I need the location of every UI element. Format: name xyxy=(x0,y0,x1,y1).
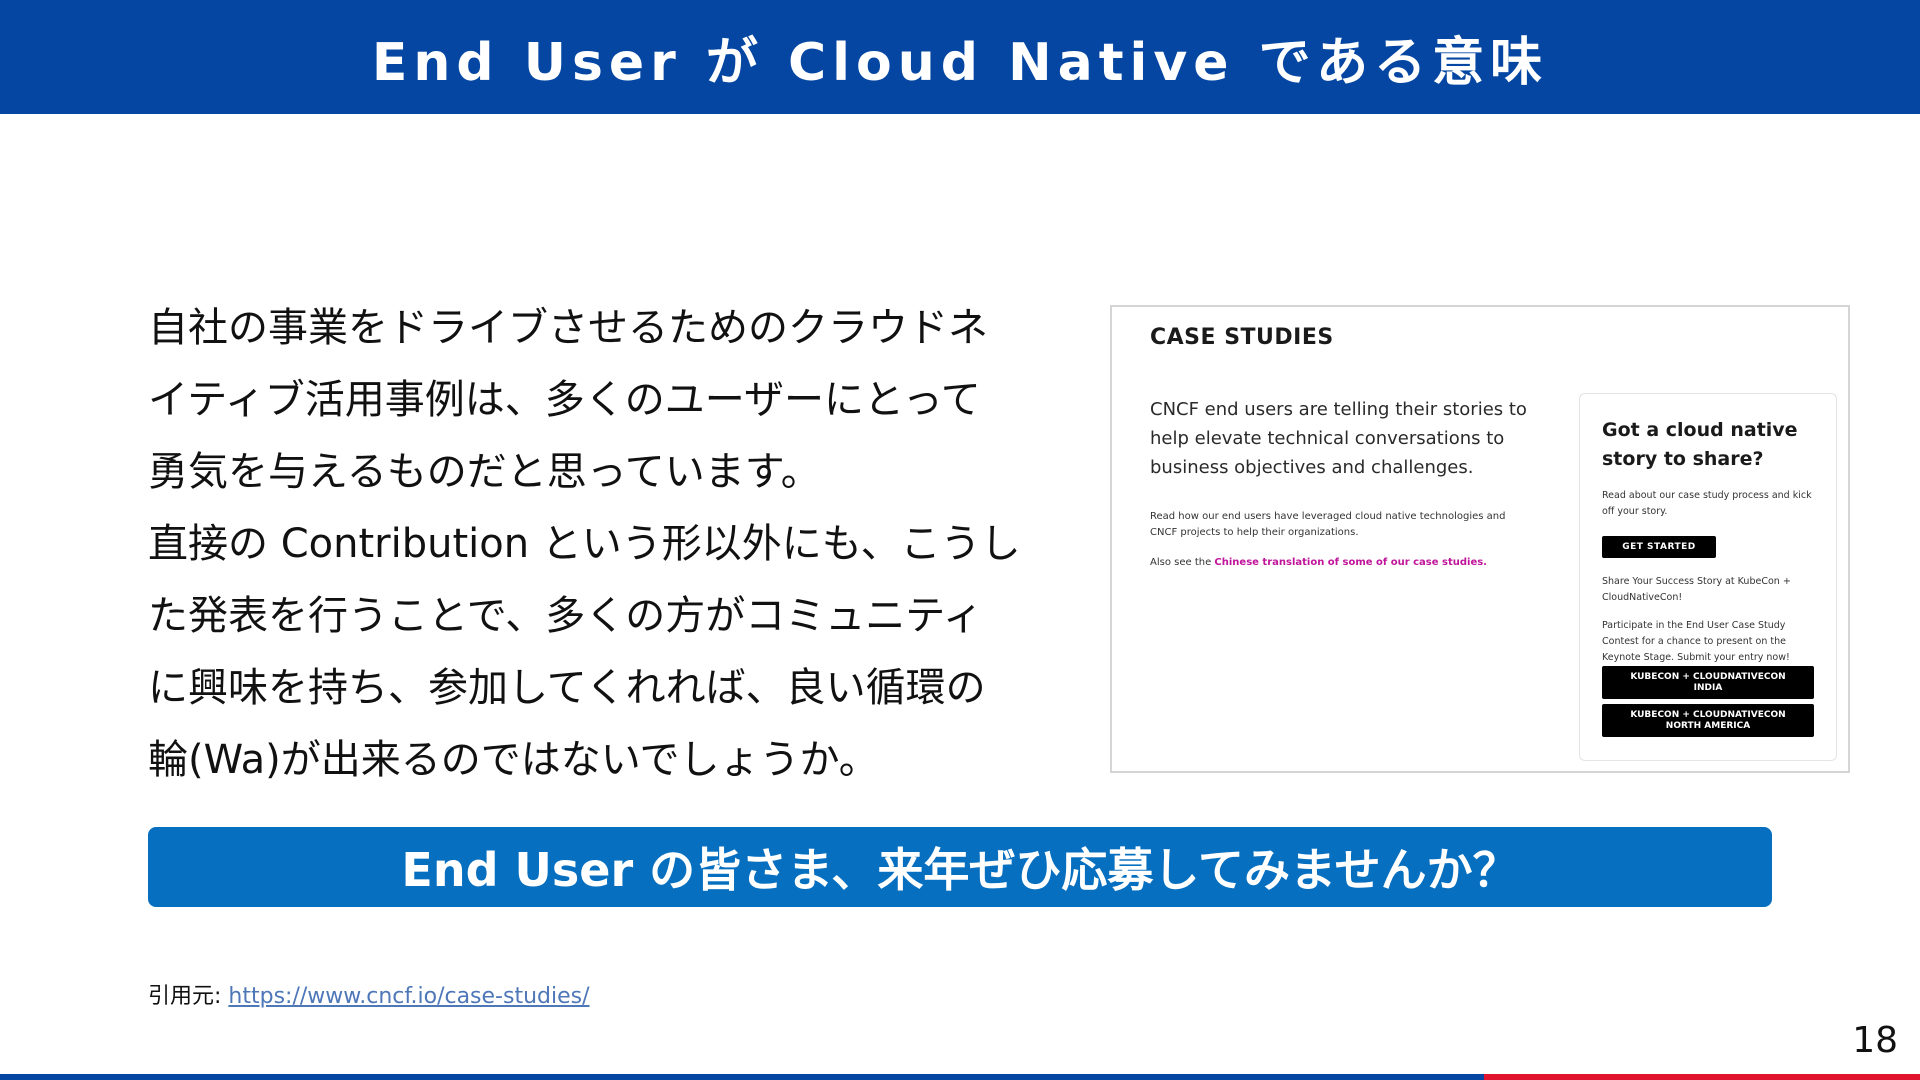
body-line: に興味を持ち、参加してくれれば、良い循環の xyxy=(148,665,986,711)
card-participate-text: Participate in the End User Case Study C… xyxy=(1602,620,1790,663)
slide-title: End User が Cloud Native である意味 xyxy=(371,32,1549,93)
call-to-action-banner: End User の皆さま、来年ぜひ応募してみませんか？ xyxy=(148,827,1772,907)
body-line: 勇気を与えるものだと思っています。 xyxy=(148,449,821,495)
citation-link[interactable]: https://www.cncf.io/case-studies/ xyxy=(228,984,589,1009)
body-line: イティブ活用事例は、多くのユーザーにとって xyxy=(148,377,981,423)
case-studies-intro: CNCF end users are telling their stories… xyxy=(1150,399,1527,478)
story-share-card: Got a cloud native story to share? Read … xyxy=(1579,393,1837,761)
case-studies-screenshot: CASE STUDIES CNCF end users are telling … xyxy=(1110,305,1850,773)
call-to-action-text: End User の皆さま、来年ぜひ応募してみませんか？ xyxy=(401,843,1519,897)
body-line: 直接の Contribution という形以外にも、こうし xyxy=(148,521,1021,567)
kubecon-india-label: KUBECON + CLOUDNATIVECON INDIA xyxy=(1630,671,1786,693)
citation: 引用元: https://www.cncf.io/case-studies/ xyxy=(148,978,590,1010)
kubecon-india-button[interactable]: KUBECON + CLOUDNATIVECON INDIA xyxy=(1602,666,1814,699)
body-line: 輪(Wa)が出来るのではないでしょうか。 xyxy=(148,737,879,783)
card-description: Read about our case study process and ki… xyxy=(1602,490,1812,517)
case-studies-also-see: Also see the Chinese translation of some… xyxy=(1150,557,1487,568)
get-started-button[interactable]: GET STARTED xyxy=(1602,536,1716,558)
card-title: Got a cloud native story to share? xyxy=(1602,419,1798,470)
also-see-prefix: Also see the xyxy=(1150,557,1215,568)
citation-label: 引用元: xyxy=(148,984,229,1009)
body-text: 自社の事業をドライブさせるためのクラウドネ イティブ活用事例は、多くのユーザーに… xyxy=(148,292,1028,796)
page-number: 18 xyxy=(1852,1020,1898,1061)
slide: End User が Cloud Native である意味 自社の事業をドライブ… xyxy=(0,0,1920,1080)
body-line: た発表を行うことで、多くの方がコミュニティ xyxy=(148,593,983,639)
card-share-text: Share Your Success Story at KubeCon + Cl… xyxy=(1602,576,1791,603)
kubecon-north-america-label: KUBECON + CLOUDNATIVECON NORTH AMERICA xyxy=(1630,709,1786,731)
chinese-translation-link[interactable]: Chinese translation of some of our case … xyxy=(1214,557,1487,568)
body-line: 自社の事業をドライブさせるためのクラウドネ xyxy=(148,305,988,351)
bottom-accent-red xyxy=(1484,1074,1920,1080)
bottom-accent-blue xyxy=(0,1074,1484,1080)
case-studies-heading: CASE STUDIES xyxy=(1150,325,1334,350)
title-bar: End User が Cloud Native である意味 xyxy=(0,0,1920,114)
case-studies-description: Read how our end users have leveraged cl… xyxy=(1150,511,1506,538)
kubecon-north-america-button[interactable]: KUBECON + CLOUDNATIVECON NORTH AMERICA xyxy=(1602,704,1814,737)
